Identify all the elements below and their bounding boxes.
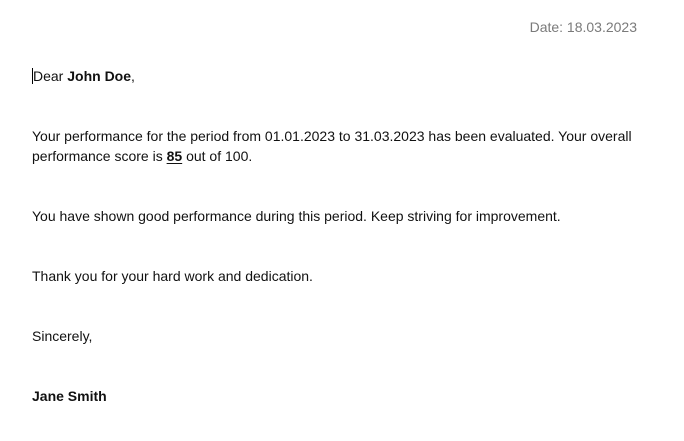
thanks-paragraph: Thank you for your hard work and dedicat… bbox=[32, 268, 313, 284]
evaluation-text: Your performance for the period from 01.… bbox=[32, 128, 632, 164]
feedback-paragraph: You have shown good performance during t… bbox=[32, 208, 561, 224]
evaluation-text-end: out of 100. bbox=[182, 148, 253, 164]
evaluation-paragraph: Your performance for the period from 01.… bbox=[32, 126, 642, 166]
salutation-prefix: Dear bbox=[33, 68, 68, 84]
performance-score: 85 bbox=[166, 148, 183, 164]
signature-name: Jane Smith bbox=[32, 388, 107, 404]
salutation-line: Dear John Doe, bbox=[32, 66, 642, 86]
salutation-suffix: , bbox=[131, 68, 135, 84]
closing-line: Sincerely, bbox=[32, 328, 93, 344]
recipient-name: John Doe bbox=[67, 68, 132, 84]
letter-body[interactable]: Dear John Doe, Your performance for the … bbox=[32, 66, 642, 406]
letter-date: Date: 18.03.2023 bbox=[529, 19, 637, 35]
